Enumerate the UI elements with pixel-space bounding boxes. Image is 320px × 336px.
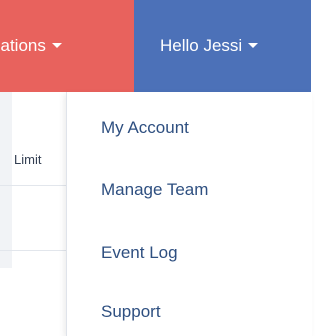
top-navbar: cations Hello Jessi: [0, 0, 311, 92]
nav-menu-notifications-label: cations: [0, 36, 62, 56]
panel-shade: [0, 92, 12, 268]
table-column-header-limit: Limit: [14, 152, 42, 167]
caret-down-icon: [51, 43, 62, 49]
menu-item-support[interactable]: Support: [101, 302, 161, 322]
footer-white-area: [0, 268, 66, 336]
nav-menu-user-label: Hello Jessi: [160, 36, 259, 56]
menu-item-event-log[interactable]: Event Log: [101, 243, 178, 263]
menu-item-manage-team[interactable]: Manage Team: [101, 180, 208, 200]
caret-down-icon: [248, 43, 259, 49]
nav-menu-notifications[interactable]: cations: [0, 0, 134, 92]
nav-menu-user[interactable]: Hello Jessi: [134, 0, 311, 92]
user-dropdown-menu: My Account Manage Team Event Log Support: [66, 92, 312, 336]
table-divider: [0, 250, 66, 251]
menu-item-my-account[interactable]: My Account: [101, 118, 189, 138]
table-divider: [0, 185, 66, 186]
